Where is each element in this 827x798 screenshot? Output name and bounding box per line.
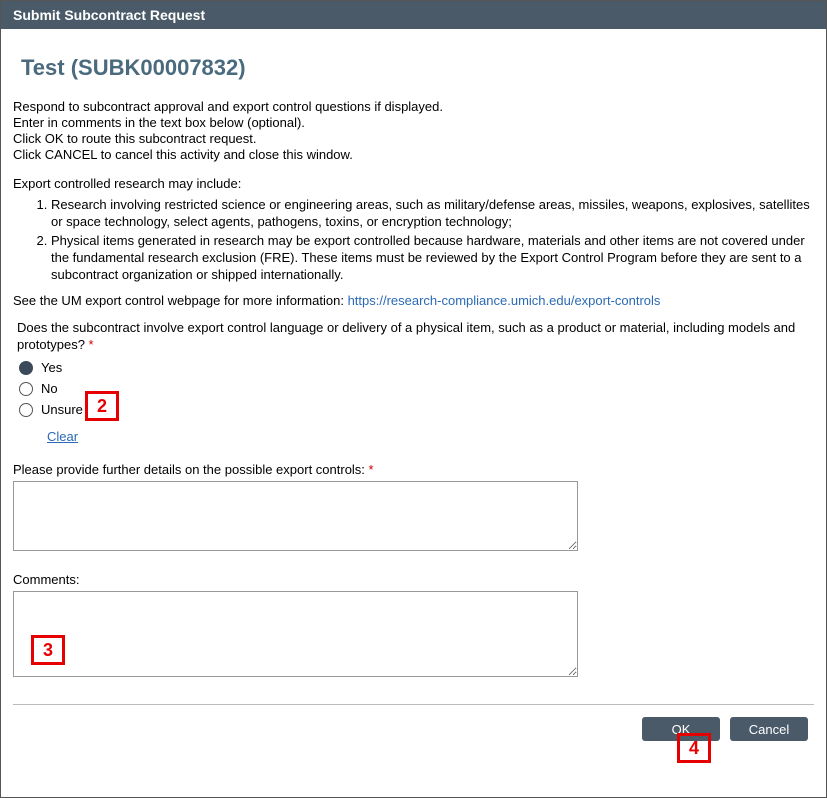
required-marker: * bbox=[89, 337, 94, 352]
divider bbox=[13, 704, 814, 705]
titlebar: Submit Subcontract Request bbox=[1, 1, 826, 29]
instructions-block: Respond to subcontract approval and expo… bbox=[13, 99, 814, 162]
instruction-line: Click OK to route this subcontract reque… bbox=[13, 131, 814, 146]
link-prefix: See the UM export control webpage for mo… bbox=[13, 293, 348, 308]
comments-label: Comments: bbox=[13, 572, 814, 587]
details-label: Please provide further details on the po… bbox=[13, 462, 369, 477]
clear-selection-link[interactable]: Clear bbox=[47, 429, 78, 444]
export-controls-link[interactable]: https://research-compliance.umich.edu/ex… bbox=[348, 293, 661, 308]
required-marker: * bbox=[369, 462, 374, 477]
radio-group-export: Yes No Unsure Clear bbox=[19, 360, 814, 444]
instruction-line: Enter in comments in the text box below … bbox=[13, 115, 814, 130]
instruction-line: Respond to subcontract approval and expo… bbox=[13, 99, 814, 114]
details-label-row: Please provide further details on the po… bbox=[13, 462, 814, 477]
button-row: OK Cancel bbox=[13, 717, 814, 741]
export-link-row: See the UM export control webpage for mo… bbox=[13, 293, 814, 308]
radio-unsure[interactable] bbox=[19, 403, 33, 417]
cancel-button[interactable]: Cancel bbox=[730, 717, 808, 741]
export-list-item: Physical items generated in research may… bbox=[51, 233, 814, 284]
page-title: Test (SUBK00007832) bbox=[21, 55, 814, 81]
dialog-window: Submit Subcontract Request Test (SUBK000… bbox=[0, 0, 827, 798]
question-text: Does the subcontract involve export cont… bbox=[17, 320, 795, 352]
radio-yes[interactable] bbox=[19, 361, 33, 375]
instruction-line: Click CANCEL to cancel this activity and… bbox=[13, 147, 814, 162]
export-list: Research involving restricted science or… bbox=[13, 197, 814, 283]
radio-no[interactable] bbox=[19, 382, 33, 396]
radio-no-label: No bbox=[41, 381, 58, 396]
radio-yes-label: Yes bbox=[41, 360, 62, 375]
question-export-control: Does the subcontract involve export cont… bbox=[17, 320, 814, 354]
comments-textarea[interactable] bbox=[13, 591, 578, 677]
ok-button[interactable]: OK bbox=[642, 717, 720, 741]
content-area: Test (SUBK00007832) Respond to subcontra… bbox=[1, 55, 826, 753]
radio-unsure-label: Unsure bbox=[41, 402, 83, 417]
export-list-item: Research involving restricted science or… bbox=[51, 197, 814, 231]
export-intro: Export controlled research may include: bbox=[13, 176, 814, 191]
details-textarea[interactable] bbox=[13, 481, 578, 551]
